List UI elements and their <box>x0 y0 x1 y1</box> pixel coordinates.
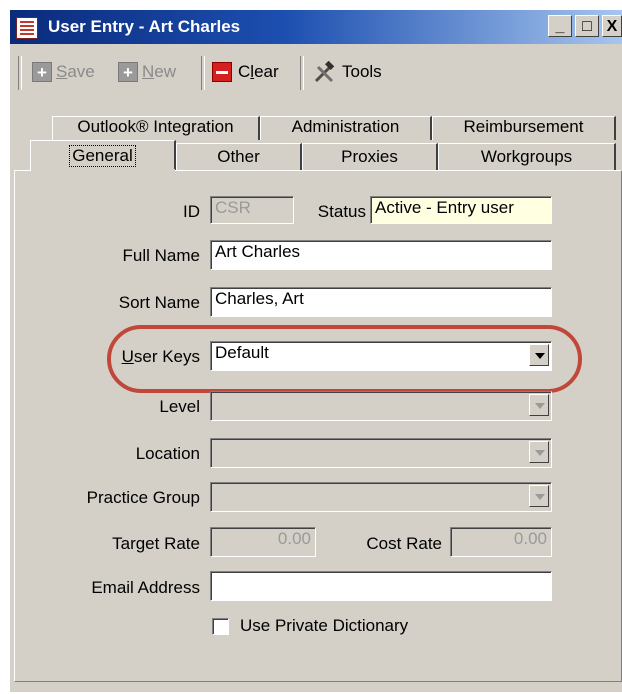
new-button[interactable]: + New <box>118 62 176 82</box>
location-dropdown <box>210 438 552 468</box>
tools-label: Tools <box>342 62 382 81</box>
tools-button[interactable]: Tools <box>312 61 382 83</box>
chevron-down-icon <box>529 485 549 507</box>
email-field[interactable] <box>210 571 552 601</box>
tab-label: Outlook® Integration <box>77 117 234 136</box>
tab-label: General <box>69 145 136 167</box>
toolbar-grip <box>18 56 22 90</box>
chevron-down-icon <box>529 394 549 416</box>
chevron-down-icon <box>529 441 549 463</box>
tab-other[interactable]: Other <box>176 143 302 170</box>
level-label: Level <box>159 397 200 416</box>
app-icon <box>16 17 38 39</box>
tab-administration[interactable]: Administration <box>260 116 432 140</box>
tab-proxies[interactable]: Proxies <box>302 143 438 170</box>
clear-button[interactable]: Clear <box>212 62 279 82</box>
target-rate-label: Target Rate <box>112 534 200 553</box>
tab-outlook-integration[interactable]: Outlook® Integration <box>52 116 260 140</box>
new-label: ew <box>154 62 177 81</box>
cost-rate-label: Cost Rate <box>366 534 442 553</box>
sort-name-field[interactable]: Charles, Art <box>210 287 552 317</box>
toolbar-separator <box>300 56 304 90</box>
tab-reimbursement[interactable]: Reimbursement <box>432 116 616 140</box>
tab-join <box>31 169 175 172</box>
tab-label: Reimbursement <box>463 117 584 136</box>
level-dropdown <box>210 391 552 421</box>
sort-name-label: Sort Name <box>118 293 200 312</box>
maximize-button[interactable]: □ <box>575 15 599 37</box>
practice-group-label: Practice Group <box>86 488 200 507</box>
save-button[interactable]: + Save <box>32 62 95 82</box>
plus-icon: + <box>118 62 138 82</box>
save-label: ave <box>67 62 95 81</box>
tab-label: Other <box>217 147 260 166</box>
full-name-field[interactable]: Art Charles <box>210 240 552 270</box>
private-dictionary-checkbox[interactable] <box>212 618 229 635</box>
id-label: ID <box>183 202 200 221</box>
tab-workgroups[interactable]: Workgroups <box>438 143 616 170</box>
plus-icon: + <box>32 62 52 82</box>
minimize-button[interactable]: _ <box>548 15 572 37</box>
clear-label-rest: ear <box>254 62 279 81</box>
toolbar-separator <box>201 56 205 90</box>
full-name-label: Full Name <box>122 246 200 265</box>
window-title: User Entry - Art Charles <box>48 17 241 36</box>
annotation-highlight-oval <box>107 325 582 393</box>
status-field: Active - Entry user <box>370 196 552 224</box>
cost-rate-field: 0.00 <box>450 527 552 557</box>
tab-label: Workgroups <box>480 147 573 166</box>
tab-general[interactable]: General <box>30 140 176 172</box>
email-label: Email Address <box>91 578 200 597</box>
target-rate-field: 0.00 <box>210 527 316 557</box>
tab-label: Administration <box>291 117 400 136</box>
close-button[interactable]: X <box>602 15 622 37</box>
id-field[interactable]: CSR <box>210 196 294 224</box>
location-label: Location <box>135 444 200 463</box>
clear-icon <box>212 62 232 82</box>
practice-group-dropdown <box>210 482 552 512</box>
hammer-wrench-icon <box>314 61 335 83</box>
private-dictionary-label[interactable]: Use Private Dictionary <box>240 616 408 636</box>
tab-label: Proxies <box>341 147 398 166</box>
save-accel: S <box>56 62 68 81</box>
status-label: Status <box>317 202 366 221</box>
clear-label-c: C <box>238 62 251 81</box>
new-accel: N <box>142 62 155 81</box>
